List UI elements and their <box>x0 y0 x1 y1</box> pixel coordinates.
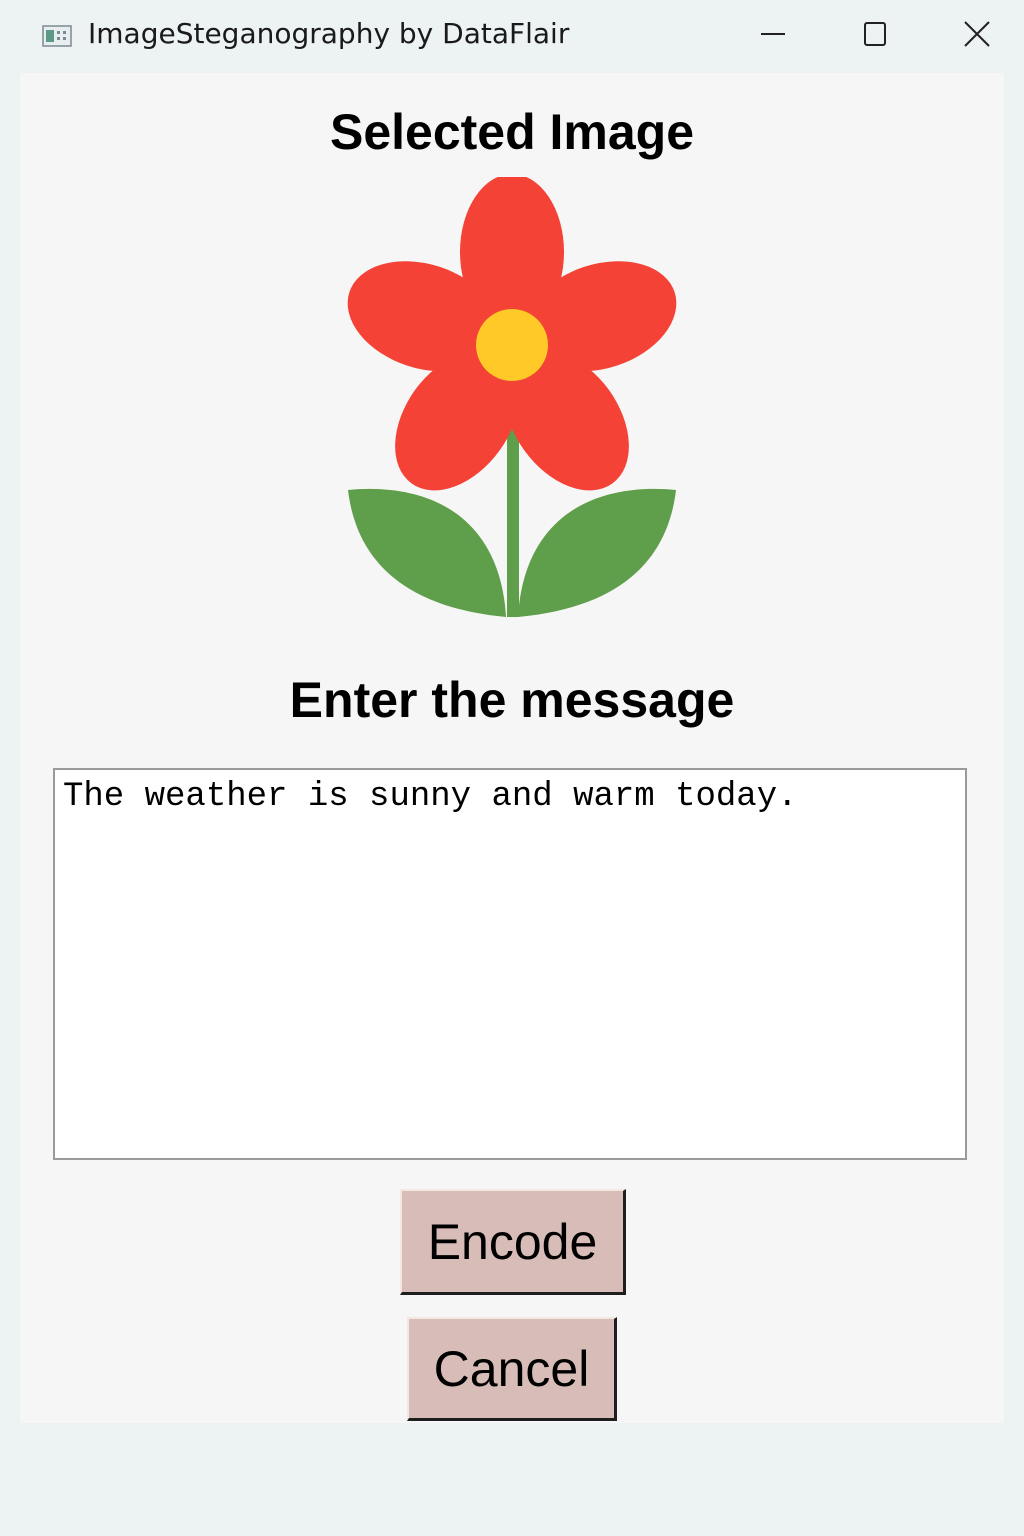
app-window-icon <box>42 25 72 47</box>
encode-button[interactable]: Encode <box>400 1189 626 1295</box>
minimize-icon <box>761 33 785 35</box>
maximize-icon <box>864 22 886 46</box>
close-icon <box>964 21 990 47</box>
selected-image-flower-icon <box>347 177 677 617</box>
close-button[interactable] <box>955 14 999 54</box>
minimize-button[interactable] <box>751 14 795 54</box>
enter-message-heading: Enter the message <box>289 672 735 728</box>
window-title: ImageSteganography by DataFlair <box>88 17 570 50</box>
cancel-button[interactable]: Cancel <box>407 1317 617 1421</box>
main-panel: Selected Image Enter the message The wea… <box>20 73 1004 1423</box>
maximize-button[interactable] <box>853 14 897 54</box>
selected-image-heading: Selected Image <box>329 104 695 160</box>
message-textarea[interactable]: The weather is sunny and warm today. <box>53 768 967 1160</box>
title-bar: ImageSteganography by DataFlair <box>0 0 1024 72</box>
